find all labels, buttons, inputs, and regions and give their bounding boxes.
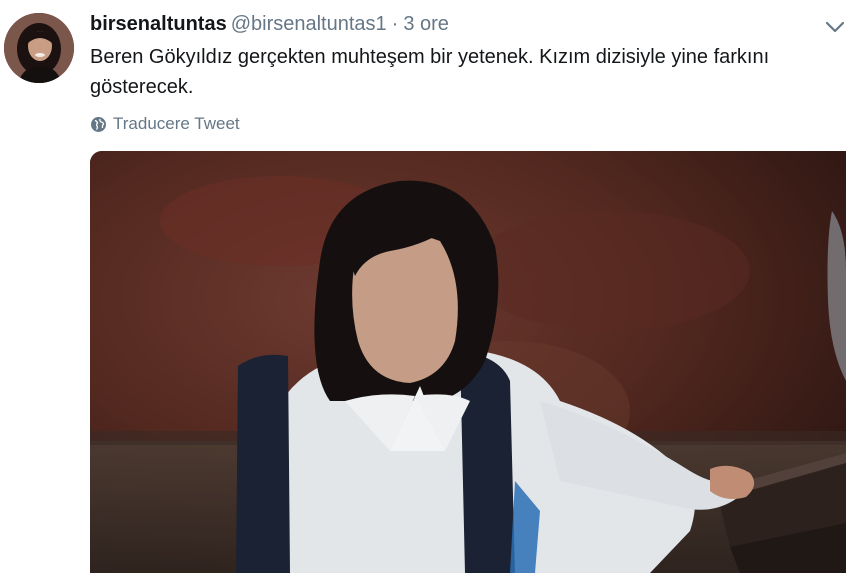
chevron-down-icon[interactable] [824,16,846,38]
tweet-media[interactable] [90,151,846,573]
translate-label: Traducere Tweet [113,114,240,133]
separator-dot: · [391,13,399,35]
user-handle[interactable]: @birsenaltuntas1 [231,13,387,35]
tweet: birsenaltuntas @birsenaltuntas1 · 3 ore Ber… [0,0,846,573]
avatar[interactable] [4,13,74,83]
display-name[interactable]: birsenaltuntas [90,13,227,35]
globe-icon [90,116,107,133]
tweet-header: birsenaltuntas @birsenaltuntas1 · 3 ore [90,11,449,37]
tweet-timestamp[interactable]: 3 ore [403,13,449,35]
tweet-text: Beren Gökyıldız gerçekten muhteşem bir y… [90,46,770,98]
translate-tweet-link[interactable]: Traducere Tweet [90,112,240,136]
